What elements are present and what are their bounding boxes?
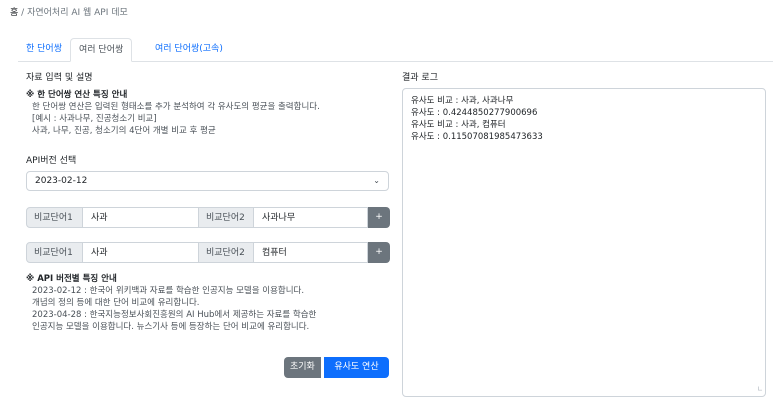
word2-label: 비교단어2 [198, 207, 254, 228]
chevron-down-icon: ⌄ [373, 176, 380, 185]
api-notice-title: ※ API 버전별 특징 안내 [26, 274, 117, 284]
tab-bar: 한 단어쌍 여러 단어쌍 여러 단어쌍(고속) [18, 38, 773, 62]
api-notice-line: 2023-04-28 : 한국지능정보사회진흥원의 AI Hub에서 제공하는 … [32, 310, 317, 320]
tab-multi-pair[interactable]: 여러 단어쌍 [70, 38, 133, 62]
log-line: 유사도 : 0.11507081985473633 [411, 132, 543, 142]
word2-input[interactable]: 사과나무 [254, 207, 368, 228]
breadcrumb-separator: / [21, 8, 25, 18]
api-notice-line: 인공지능 모델을 이용합니다. 뉴스기사 등에 등장하는 단어 비교에 유리합니… [32, 322, 310, 332]
word-pair-row: 비교단어1 사과 비교단어2 컴퓨터 + [26, 242, 390, 263]
tab-single-pair[interactable]: 한 단어쌍 [18, 38, 70, 60]
api-notice-line: 개념의 정의 등에 대한 단어 비교에 유리합니다. [32, 298, 200, 308]
word-pair-row: 비교단어1 사과 비교단어2 사과나무 + [26, 207, 390, 228]
api-version-value: 2023-02-12 [35, 176, 88, 186]
add-pair-button[interactable]: + [368, 242, 390, 263]
word1-label: 비교단어1 [26, 242, 83, 263]
breadcrumb-home[interactable]: 홈 [10, 8, 18, 18]
single-pair-notice: ※ 한 단어쌍 연산 특징 안내 한 단어쌍 연산은 입력된 형태소를 추가 분… [26, 89, 320, 137]
result-log-textarea[interactable]: 유사도 비교 : 사과, 사과나무 유사도 : 0.42448502779006… [402, 88, 766, 397]
api-version-notice: ※ API 버전별 특징 안내 2023-02-12 : 한국어 위키백과 자료… [26, 273, 316, 333]
notice-line: 한 단어쌍 연산은 입력된 형태소를 추가 분석하여 각 유사도의 평균을 출력… [32, 102, 320, 112]
reset-button[interactable]: 초기화 [284, 357, 321, 378]
calculate-similarity-button[interactable]: 유사도 연산 [324, 357, 389, 378]
breadcrumb-current: 자연어처리 AI 웹 API 데모 [27, 8, 128, 18]
log-line: 유사도 : 0.4244850277900696 [411, 108, 538, 118]
notice-line: [예시 : 사과나무, 진공청소기 비교] [32, 114, 157, 124]
word1-label: 비교단어1 [26, 207, 83, 228]
word2-input[interactable]: 컴퓨터 [254, 242, 368, 263]
input-section-title: 자료 입력 및 설명 [26, 73, 93, 83]
api-version-select[interactable]: 2023-02-12 ⌄ [26, 171, 389, 191]
word2-label: 비교단어2 [198, 242, 254, 263]
result-log-label: 결과 로그 [402, 73, 438, 83]
notice-title: ※ 한 단어쌍 연산 특징 안내 [26, 90, 128, 100]
tab-multi-pair-fast[interactable]: 여러 단어쌍(고속) [147, 38, 231, 60]
log-line: 유사도 비교 : 사과, 컴퓨터 [411, 120, 506, 130]
add-pair-button[interactable]: + [368, 207, 390, 228]
api-notice-line: 2023-02-12 : 한국어 위키백과 자료를 학습한 인공지능 모델을 이… [32, 286, 305, 296]
resize-handle-icon[interactable]: ∟ [757, 383, 763, 395]
log-line: 유사도 비교 : 사과, 사과나무 [411, 96, 514, 106]
api-version-label: API버전 선택 [26, 156, 77, 166]
breadcrumb: 홈 / 자연어처리 AI 웹 API 데모 [10, 5, 128, 18]
notice-line: 사과, 나무, 진공, 청소기의 4단어 개별 비교 후 평균 [32, 126, 216, 136]
